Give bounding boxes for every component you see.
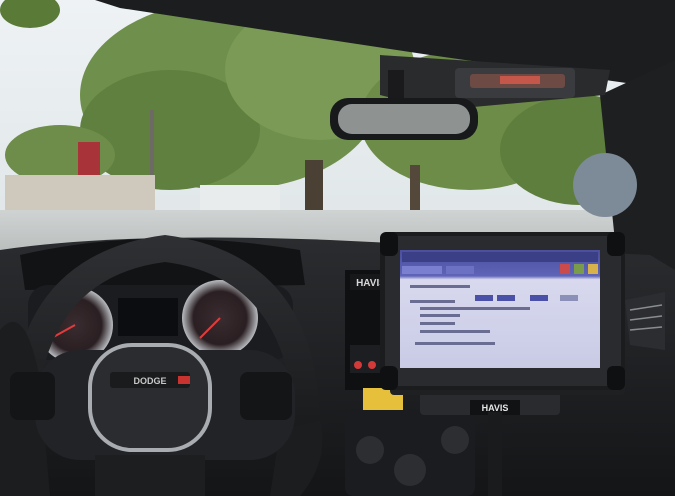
- steering-wheel-badge: DODGE: [133, 376, 166, 386]
- mount-brand-label: HAVIS: [482, 403, 509, 413]
- rugged-tablet: [380, 232, 625, 390]
- outside-mirror: [573, 153, 637, 217]
- cluster-display: [118, 298, 178, 336]
- airbag-cover: [88, 343, 212, 452]
- air-vent: [625, 292, 665, 350]
- car-interior-photo: HAVIS DODGE HAVIS: [0, 0, 675, 496]
